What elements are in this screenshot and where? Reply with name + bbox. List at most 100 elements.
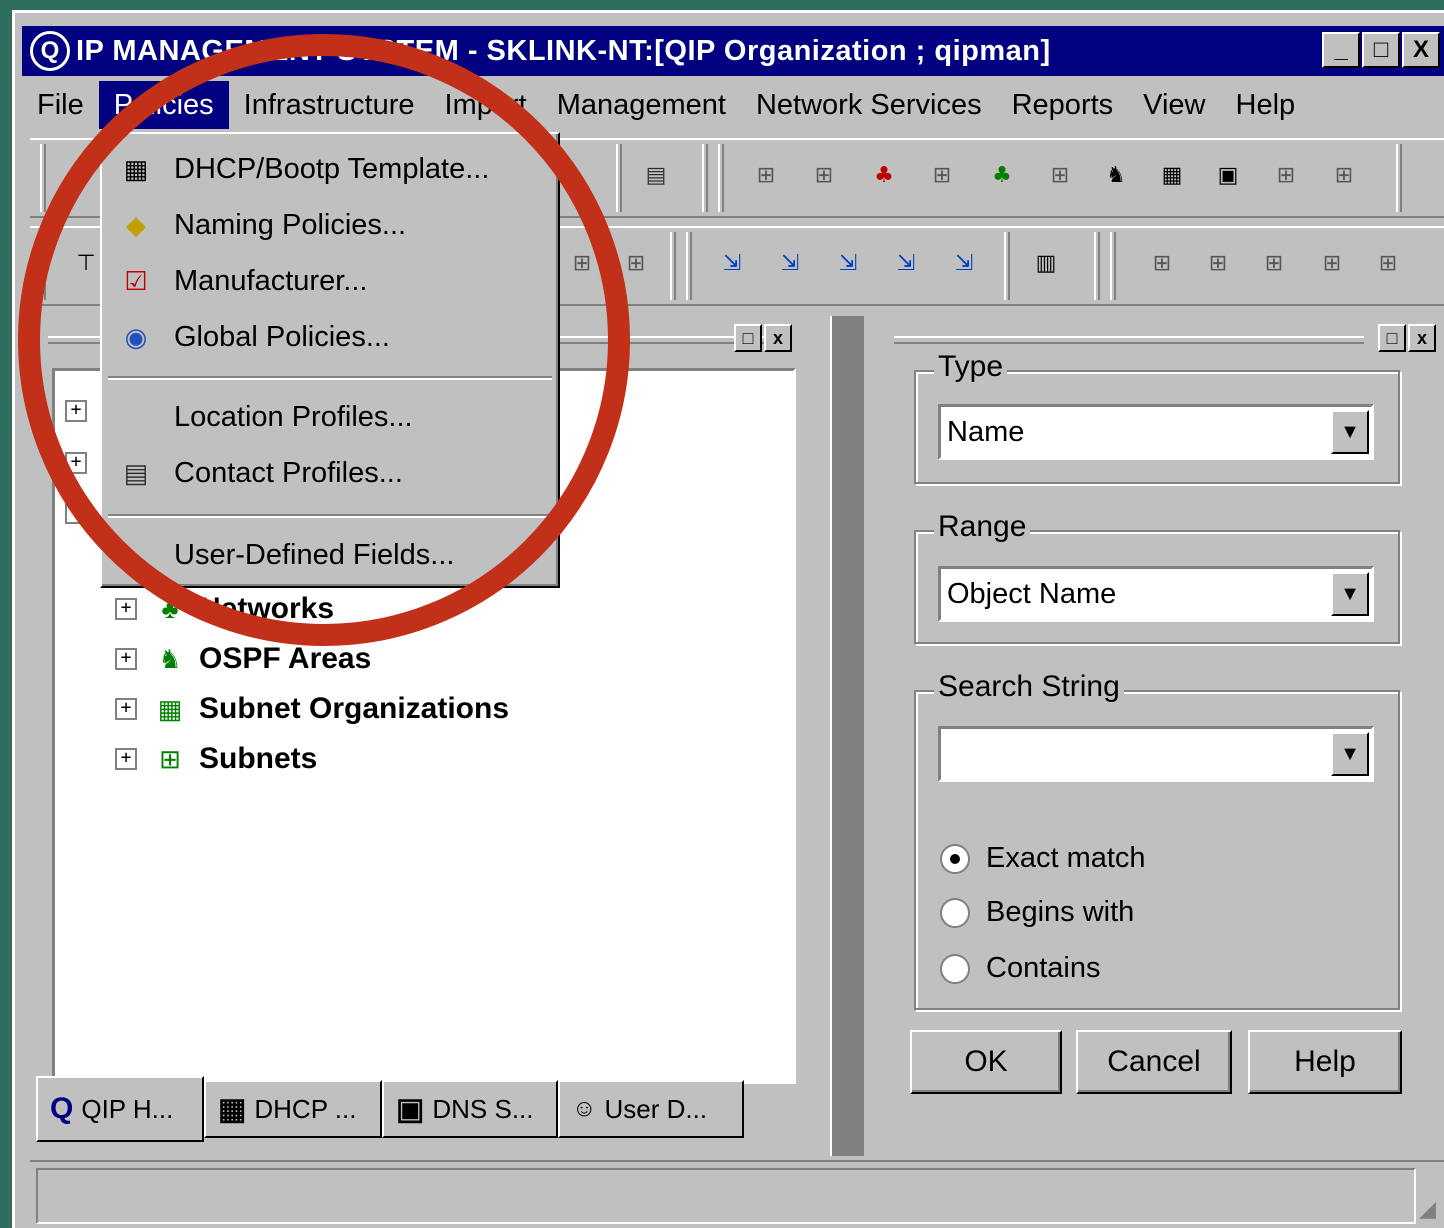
menu-item-label: Naming Policies... [174, 208, 407, 241]
move-list-icon[interactable]: ⇲ [826, 242, 870, 286]
tree-row[interactable]: + [65, 443, 87, 483]
maximize-button[interactable]: □ [1362, 32, 1400, 68]
network-tree-red-icon[interactable]: ♣ [862, 154, 906, 198]
toolbar-separator [1004, 232, 1010, 300]
tree-expand-icon[interactable]: + [65, 400, 87, 422]
tree-expand-icon[interactable]: + [115, 598, 137, 620]
tree-collapse-icon[interactable]: − [65, 502, 87, 524]
tab-dhcp[interactable]: ▦ DHCP ... [204, 1080, 382, 1138]
type-group: Type Name ▼ [914, 350, 1400, 484]
tree-item-ospf-areas[interactable]: + ♞ OSPF Areas [115, 639, 371, 679]
range-select[interactable]: Object Name ▼ [938, 566, 1374, 622]
tree-expand-icon[interactable]: + [115, 698, 137, 720]
menu-item-location-profiles[interactable]: Location Profiles... [102, 390, 558, 444]
menu-reports[interactable]: Reports [997, 81, 1129, 129]
ok-button[interactable]: OK [910, 1030, 1062, 1094]
menu-item-label: Global Policies... [174, 320, 390, 353]
pane-restore-button[interactable]: □ [1378, 324, 1406, 352]
menu-help[interactable]: Help [1221, 81, 1311, 129]
contact-tool-icon[interactable]: ▤ [634, 154, 678, 198]
ospf-tool-icon[interactable]: ♞ [1094, 154, 1138, 198]
menu-network-services[interactable]: Network Services [741, 81, 997, 129]
search-string-input[interactable]: ▼ [938, 726, 1374, 782]
disabled-tool-icon: ⊞ [1050, 163, 1070, 188]
toolbar-grip[interactable] [702, 144, 708, 212]
policies-menu-dropdown: ▦ DHCP/Bootp Template... ◆ Naming Polici… [100, 132, 560, 588]
status-bar: ◢ [30, 1160, 1444, 1228]
minimize-button[interactable]: _ [1322, 32, 1360, 68]
radio-exact-match[interactable]: Exact match [940, 842, 1146, 875]
disabled-tool-icon: ⊞ [1276, 163, 1296, 188]
move-object-icon[interactable]: ⇲ [710, 242, 754, 286]
tree-row[interactable]: − [65, 493, 87, 533]
toolbar-grip[interactable] [1094, 232, 1100, 300]
tree-item-subnets[interactable]: + ⊞ Subnets [115, 739, 317, 779]
toolbar-grip[interactable] [40, 144, 46, 212]
tree-item-label: Networks [199, 592, 335, 625]
radio-begins-with[interactable]: Begins with [940, 896, 1134, 929]
menu-item-user-defined-fields[interactable]: User-Defined Fields... [102, 528, 558, 582]
window-tool-icon[interactable]: ▣ [1206, 154, 1250, 198]
radio-contains[interactable]: Contains [940, 952, 1100, 985]
ospf-areas-icon: ♞ [158, 643, 182, 674]
menu-item-naming-policies[interactable]: ◆ Naming Policies... [102, 198, 558, 252]
menu-item-manufacturer[interactable]: ☑ Manufacturer... [102, 254, 558, 308]
toolbar-grip[interactable] [1396, 144, 1402, 212]
tree-expand-icon[interactable]: + [65, 452, 87, 474]
cancel-button[interactable]: Cancel [1076, 1030, 1232, 1094]
resize-grip-icon[interactable]: ◢ [1419, 1196, 1436, 1222]
menu-item-label: User-Defined Fields... [174, 538, 455, 571]
tree-row[interactable]: + [65, 391, 87, 431]
contact-profile-icon: ▤ [123, 457, 149, 488]
move-table-icon[interactable]: ⇲ [884, 242, 928, 286]
pane-close-button[interactable]: x [1408, 324, 1436, 352]
menu-view[interactable]: View [1128, 81, 1220, 129]
chevron-down-icon[interactable]: ▼ [1331, 572, 1369, 616]
menu-infrastructure[interactable]: Infrastructure [229, 81, 430, 129]
right-pane-controls: □ x [1378, 324, 1436, 352]
tree-item-subnet-organizations[interactable]: + ▦ Subnet Organizations [115, 689, 509, 729]
move-tree-icon[interactable]: ⇲ [768, 242, 812, 286]
toolbar-grip[interactable] [40, 232, 46, 300]
tree-item-networks[interactable]: + ♣ Networks [115, 589, 334, 629]
menu-file[interactable]: File [22, 81, 99, 129]
pane-restore-button[interactable]: □ [734, 324, 762, 352]
chevron-down-icon[interactable]: ▼ [1331, 732, 1369, 776]
menu-management[interactable]: Management [542, 81, 741, 129]
radio-checked-icon[interactable] [940, 843, 970, 874]
help-button[interactable]: Help [1248, 1030, 1402, 1094]
toolbar-grip[interactable] [670, 232, 676, 300]
tab-qip-hierarchy[interactable]: Q QIP H... [36, 1076, 204, 1142]
menu-item-global-policies[interactable]: ◉ Global Policies... [102, 310, 558, 364]
report-chart-icon[interactable]: ▥ [1024, 242, 1068, 286]
radio-label: Begins with [986, 896, 1135, 928]
radio-unchecked-icon[interactable] [940, 953, 970, 984]
menu-item-label: Location Profiles... [174, 400, 413, 433]
pane-close-button[interactable]: x [764, 324, 792, 352]
menu-separator [108, 376, 552, 380]
pane-drag-handle[interactable] [894, 336, 1364, 344]
disabled-tool-icon: ⊞ [572, 251, 592, 276]
pane-splitter[interactable] [830, 316, 864, 1156]
type-select[interactable]: Name ▼ [938, 404, 1374, 460]
menu-item-label: DHCP/Bootp Template... [174, 152, 490, 185]
menu-import[interactable]: Import [430, 81, 542, 129]
tab-dns-server[interactable]: ▣ DNS S... [382, 1080, 558, 1138]
subnet-org-tool-icon[interactable]: ▦ [1150, 154, 1194, 198]
chevron-down-icon[interactable]: ▼ [1331, 410, 1369, 454]
menu-item-contact-profiles[interactable]: ▤ Contact Profiles... [102, 446, 558, 500]
menu-policies[interactable]: Policies [98, 81, 229, 129]
disabled-tool-icon: ⊞ [626, 251, 646, 276]
close-button[interactable]: X [1402, 32, 1440, 68]
tree-expand-icon[interactable]: + [115, 648, 137, 670]
network-tree-green-icon[interactable]: ♣ [980, 154, 1024, 198]
type-value: Name [947, 415, 1025, 448]
menu-item-dhcp-bootp-template[interactable]: ▦ DHCP/Bootp Template... [102, 142, 558, 196]
radio-unchecked-icon[interactable] [940, 897, 970, 928]
tab-user-defined[interactable]: ☺ User D... [558, 1080, 744, 1138]
title-bar: Q IP MANAGEMENT SYSTEM - SKLINK-NT:[QIP … [22, 26, 1444, 76]
tab-label: DHCP ... [254, 1093, 357, 1124]
tree-expand-icon[interactable]: + [115, 748, 137, 770]
tab-label: User D... [604, 1093, 708, 1124]
move-branch-icon[interactable]: ⇲ [942, 242, 986, 286]
